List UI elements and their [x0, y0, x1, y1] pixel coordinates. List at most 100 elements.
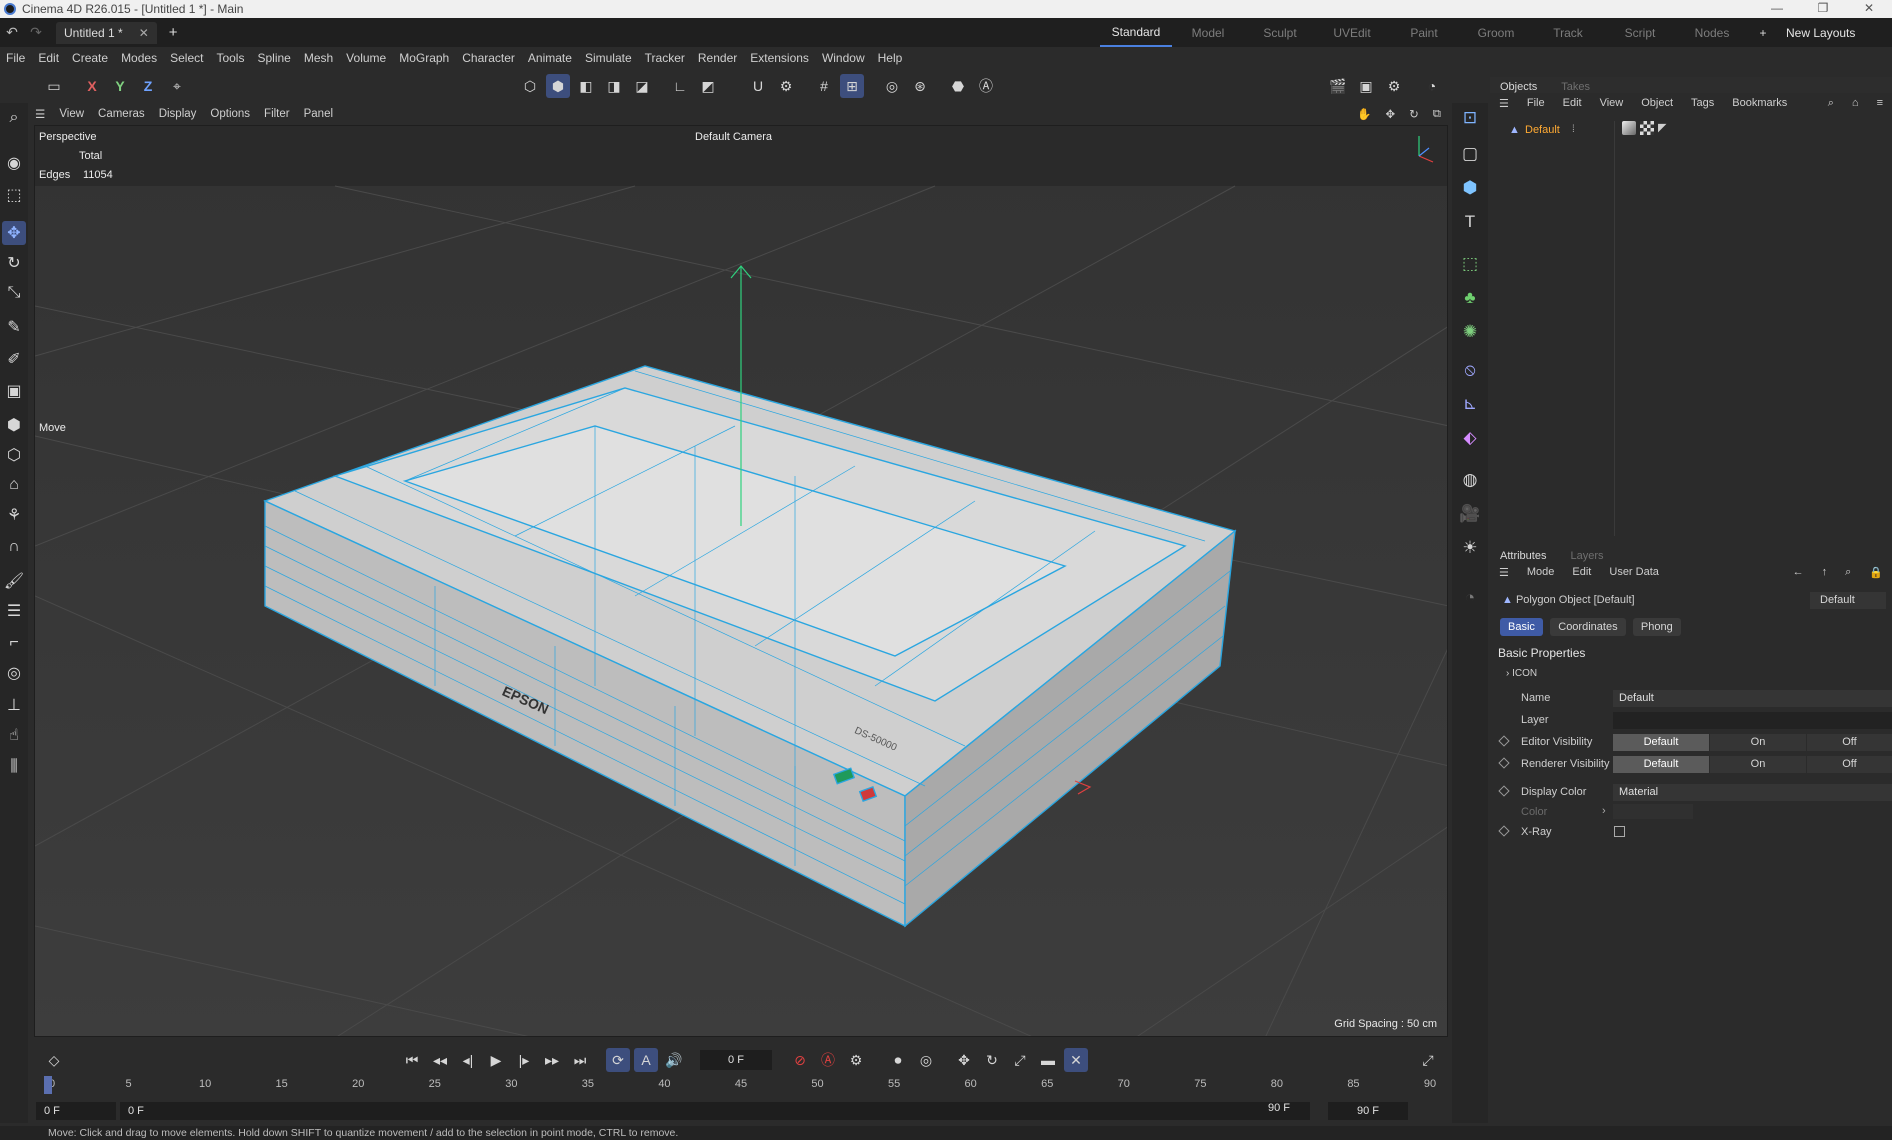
rotation-key-icon[interactable]: ◎: [914, 1048, 938, 1072]
document-tab[interactable]: Untitled 1 * ✕: [56, 21, 157, 44]
search-icon[interactable]: ⌕: [2, 106, 26, 130]
cube-tool-icon[interactable]: ⬡: [2, 443, 26, 467]
menu-modes[interactable]: Modes: [115, 51, 164, 65]
keyframe-diamond-icon[interactable]: ◇: [42, 1048, 66, 1072]
color-swatch[interactable]: [1613, 804, 1693, 819]
maximize-button[interactable]: ❐: [1800, 0, 1846, 18]
pan-icon[interactable]: ✋: [1350, 107, 1378, 121]
menu-render[interactable]: Render: [692, 51, 744, 65]
tab-attributes[interactable]: Attributes: [1490, 550, 1560, 562]
cube-object-icon[interactable]: ⬢: [1457, 175, 1483, 201]
uvw-tag-icon[interactable]: [1640, 121, 1654, 135]
close-button[interactable]: ✕: [1846, 0, 1892, 18]
autokey-icon[interactable]: Ⓐ: [816, 1048, 840, 1072]
menu-select[interactable]: Select: [164, 51, 210, 65]
square-object-icon[interactable]: ▣: [2, 379, 26, 403]
deformer-icon[interactable]: ⦸: [1457, 357, 1483, 383]
layout-tab-uvedit[interactable]: UVEdit: [1316, 26, 1388, 40]
viewport-menu-cameras[interactable]: Cameras: [91, 108, 152, 120]
grid-snap-icon[interactable]: #: [812, 74, 836, 98]
attributes-hamburger-icon[interactable]: ☰: [1490, 566, 1518, 579]
objects-menu-bookmarks[interactable]: Bookmarks: [1723, 97, 1796, 109]
loop-icon[interactable]: ⟳: [606, 1048, 630, 1072]
preset-dropdown[interactable]: Default: [1810, 592, 1886, 609]
viewport-menu-filter[interactable]: Filter: [257, 108, 297, 120]
plane-object-icon[interactable]: ▢: [1457, 141, 1483, 167]
renderer-visibility-on[interactable]: On: [1710, 756, 1806, 773]
layout-tab-paint[interactable]: Paint: [1388, 26, 1460, 40]
mode-toggle-icon[interactable]: ▭: [42, 74, 66, 98]
layout-tab-groom[interactable]: Groom: [1460, 26, 1532, 40]
previous-frame-icon[interactable]: ◂|: [456, 1048, 480, 1072]
editor-visibility-on[interactable]: On: [1710, 734, 1806, 751]
menu-window[interactable]: Window: [816, 51, 872, 65]
timeline-expand-icon[interactable]: ⤢: [1416, 1048, 1440, 1072]
previous-key-icon[interactable]: ◂◂: [428, 1048, 452, 1072]
circle-tool-icon[interactable]: ◎: [2, 661, 26, 685]
range-start-field[interactable]: 0 F: [120, 1102, 1310, 1120]
renderer-visibility-off[interactable]: Off: [1807, 756, 1892, 773]
layers-tool-icon[interactable]: ☰: [2, 599, 26, 623]
objects-search-icon[interactable]: ⌕: [1819, 97, 1843, 110]
null-object-icon[interactable]: ⊡: [1457, 105, 1483, 131]
pen-tool-icon[interactable]: ✎: [2, 315, 26, 339]
timeline-ruler[interactable]: 0 5 10 15 20 25 30 35 40 45 50 55 60 65 70 75 80 85 90: [42, 1078, 1442, 1096]
viewport-hamburger-icon[interactable]: ☰: [28, 107, 52, 121]
viewport-menu-view[interactable]: View: [52, 108, 91, 120]
hand-tool-icon[interactable]: ☝: [2, 723, 26, 747]
viewport-solo-icon[interactable]: ⬣: [946, 74, 970, 98]
up-arrow-icon[interactable]: ↑: [1813, 566, 1837, 578]
editor-visibility-default[interactable]: Default: [1613, 734, 1709, 751]
color-expand-icon[interactable]: ›: [1602, 805, 1606, 817]
menu-spline[interactable]: Spline: [251, 51, 297, 65]
render-to-picture-viewer-icon[interactable]: ▣: [1354, 74, 1378, 98]
new-layouts-dropdown[interactable]: New Layouts: [1786, 26, 1855, 40]
edit-render-settings-icon[interactable]: ⚙: [1382, 74, 1406, 98]
box-selection-icon[interactable]: ⬚: [2, 183, 26, 207]
icon-group-toggle[interactable]: › ICON: [1506, 668, 1537, 679]
renderer-visibility-keyframe-icon[interactable]: [1498, 757, 1510, 769]
phong-tag-icon[interactable]: ◤: [1658, 121, 1672, 135]
preview-start-field[interactable]: 0 F: [36, 1102, 116, 1120]
snap-icon[interactable]: ⊞: [840, 74, 864, 98]
text-object-icon[interactable]: T: [1457, 209, 1483, 235]
renderer-visibility-default[interactable]: Default: [1613, 756, 1709, 773]
go-to-end-icon[interactable]: ⏭: [568, 1048, 592, 1072]
rotate-key-icon[interactable]: ↻: [980, 1048, 1004, 1072]
attributes-menu-userdata[interactable]: User Data: [1600, 566, 1668, 578]
playhead[interactable]: [44, 1076, 52, 1094]
measure-tool-icon[interactable]: ⫼: [2, 755, 26, 779]
effector-icon[interactable]: ✺: [1457, 319, 1483, 345]
play-icon[interactable]: ▶: [484, 1048, 508, 1072]
magnet-icon[interactable]: U: [746, 74, 770, 98]
orbit-icon[interactable]: ↻: [1402, 107, 1426, 121]
attributes-menu-edit[interactable]: Edit: [1563, 566, 1600, 578]
tab-layers[interactable]: Layers: [1560, 550, 1617, 562]
objects-hamburger-icon[interactable]: ☰: [1490, 97, 1518, 110]
menu-tools[interactable]: Tools: [210, 51, 251, 65]
subtab-basic[interactable]: Basic: [1500, 618, 1543, 636]
undo-icon[interactable]: ↶: [0, 24, 24, 41]
viewport-menu-panel[interactable]: Panel: [297, 108, 340, 120]
model-mode-icon[interactable]: ◪: [630, 74, 654, 98]
objects-menu-object[interactable]: Object: [1632, 97, 1682, 109]
layout-tab-track[interactable]: Track: [1532, 26, 1604, 40]
iron-tool-icon[interactable]: ⌐: [2, 631, 26, 655]
param-key-icon[interactable]: ▬: [1036, 1048, 1060, 1072]
render-settings-icon[interactable]: ⊛: [908, 74, 932, 98]
subtab-phong[interactable]: Phong: [1632, 618, 1681, 636]
menu-create[interactable]: Create: [66, 51, 115, 65]
polygons-mode-icon[interactable]: ◧: [574, 74, 598, 98]
object-tree[interactable]: [1490, 121, 1892, 536]
edges-mode-icon[interactable]: ⬢: [546, 74, 570, 98]
objects-home-icon[interactable]: ⌂: [1843, 97, 1868, 109]
render-view-icon[interactable]: ◎: [880, 74, 904, 98]
timeline-mode-icon[interactable]: A: [634, 1048, 658, 1072]
viewport-menu-display[interactable]: Display: [152, 108, 204, 120]
editor-visibility-keyframe-icon[interactable]: [1498, 735, 1510, 747]
lock-x-button[interactable]: X: [80, 74, 104, 98]
magnet-tool-icon[interactable]: ∩: [2, 535, 26, 559]
camera-name[interactable]: Default Camera: [695, 131, 772, 143]
attributes-menu-mode[interactable]: Mode: [1518, 566, 1564, 578]
objects-menu-edit[interactable]: Edit: [1554, 97, 1591, 109]
